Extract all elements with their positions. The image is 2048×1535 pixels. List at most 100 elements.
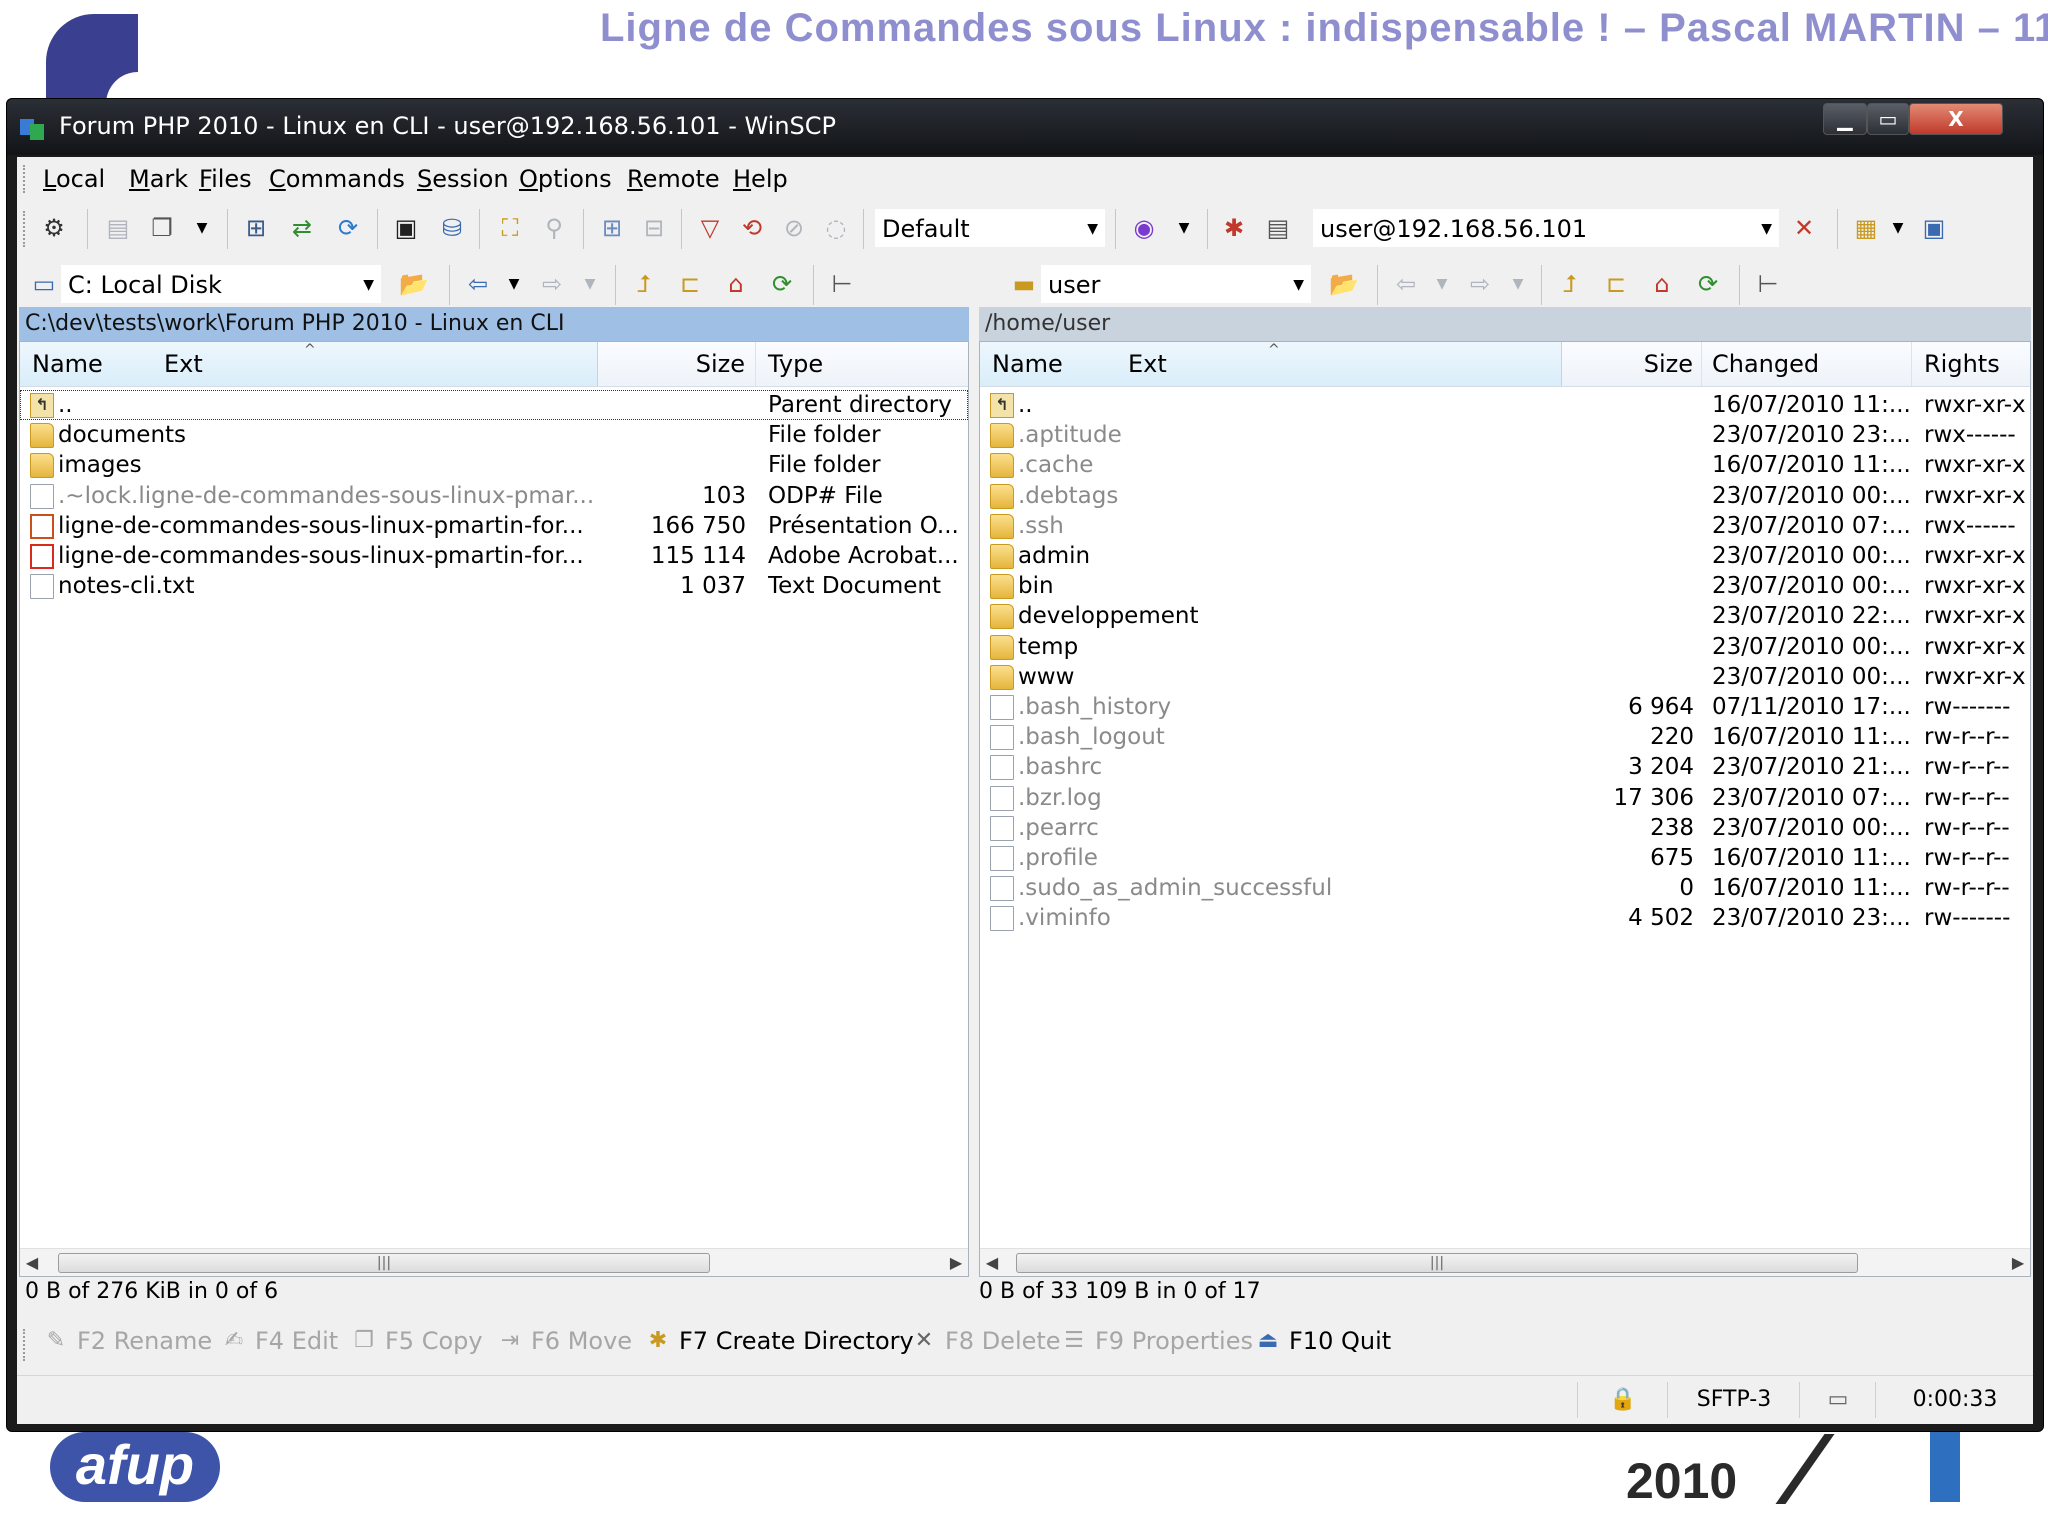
reload-icon[interactable]: ◌	[819, 211, 853, 245]
column-ext[interactable]: Ext	[164, 342, 203, 386]
select-files-icon[interactable]: ⊞	[595, 211, 629, 245]
edit-button[interactable]: ✍ F4 Edit	[221, 1327, 338, 1355]
create-directory-button[interactable]: ✱ F7 Create Directory	[645, 1327, 914, 1355]
file-row[interactable]: .debtags 23/07/2010 00:... rwxr-xr-x	[980, 481, 2030, 511]
scroll-right-icon[interactable]: ▶	[944, 1249, 968, 1276]
unselect-files-icon[interactable]: ⊟	[637, 211, 671, 245]
layout-icon[interactable]: ▦	[1849, 211, 1883, 245]
column-rights[interactable]: Rights	[1912, 342, 2030, 386]
session-list-icon[interactable]: ▤	[1261, 211, 1295, 245]
open-terminal-icon[interactable]: ▣	[389, 211, 423, 245]
column-name[interactable]: Name Ext ^	[980, 342, 1562, 386]
file-row[interactable]: ↰.. 16/07/2010 11:... rwxr-xr-x	[980, 390, 2030, 420]
rename-button[interactable]: ✎ F2 Rename	[43, 1327, 212, 1355]
clear-icon[interactable]: ⊘	[777, 211, 811, 245]
preferences-icon[interactable]: ⚙	[37, 211, 71, 245]
forward-dropdown-icon[interactable]: ▼	[1501, 267, 1535, 301]
delete-button[interactable]: ✕ F8 Delete	[911, 1327, 1061, 1355]
toolbar-grip[interactable]	[23, 211, 29, 247]
local-file-list[interactable]: Name Ext ^ Size Type ↰.. Parent directory…	[19, 341, 969, 1277]
back-dropdown-icon[interactable]: ▼	[497, 267, 531, 301]
scroll-right-icon[interactable]: ▶	[2006, 1249, 2030, 1276]
fkeys-grip[interactable]	[23, 1329, 29, 1361]
file-row[interactable]: temp 23/07/2010 00:... rwxr-xr-x	[980, 632, 2030, 662]
queue-icon[interactable]: ❐	[145, 211, 179, 245]
column-changed[interactable]: Changed	[1702, 342, 1912, 386]
synchronize-icon[interactable]: ⟳	[331, 211, 365, 245]
session-select[interactable]: user@192.168.56.101 ▼	[1313, 209, 1779, 247]
remote-horizontal-scrollbar[interactable]: ◀ ||| ▶	[980, 1248, 2030, 1276]
open-directory-icon[interactable]: ▤	[101, 211, 135, 245]
file-row[interactable]: notes-cli.txt 1 037 Text Document	[20, 571, 968, 601]
column-size[interactable]: Size	[1562, 342, 1702, 386]
new-tab-icon[interactable]: ✱	[1217, 211, 1251, 245]
find-files-icon[interactable]: ⛶	[493, 211, 527, 245]
file-row[interactable]: ligne-de-commandes-sous-linux-pmartin-fo…	[20, 511, 968, 541]
parent-directory-icon[interactable]: ⮥	[1553, 267, 1587, 301]
file-row[interactable]: .bashrc 3 204 23/07/2010 21:... rw-r--r--	[980, 752, 2030, 782]
putty-icon[interactable]: ⛁	[435, 211, 469, 245]
file-row[interactable]: images File folder	[20, 450, 968, 480]
compare-directories-icon[interactable]: ⊞	[239, 211, 273, 245]
move-button[interactable]: ⇥ F6 Move	[497, 1327, 632, 1355]
menu-commands[interactable]: Commands	[269, 165, 405, 193]
back-dropdown-icon[interactable]: ▼	[1425, 267, 1459, 301]
home-icon[interactable]: ⌂	[1645, 267, 1679, 301]
quit-button[interactable]: ⏏ F10 Quit	[1255, 1327, 1392, 1355]
back-icon[interactable]: ⇦	[1389, 267, 1423, 301]
file-row[interactable]: ↰.. Parent directory	[20, 390, 968, 420]
tree-icon[interactable]: ⊢	[1751, 267, 1785, 301]
tree-icon[interactable]: ⊢	[825, 267, 859, 301]
file-row[interactable]: .bash_logout 220 16/07/2010 11:... rw-r--r-…	[980, 722, 2030, 752]
menu-files[interactable]: Files	[199, 165, 252, 193]
menu-mark[interactable]: Mark	[129, 165, 188, 193]
back-icon[interactable]: ⇦	[461, 267, 495, 301]
file-row[interactable]: www 23/07/2010 00:... rwxr-xr-x	[980, 662, 2030, 692]
file-row[interactable]: bin 23/07/2010 00:... rwxr-xr-x	[980, 571, 2030, 601]
remote-directory-select[interactable]: user ▼	[1041, 265, 1311, 303]
file-row[interactable]: .bzr.log 17 306 23/07/2010 07:... rw-r--r--	[980, 783, 2030, 813]
menu-session[interactable]: Session	[417, 165, 509, 193]
scrollbar-thumb[interactable]: |||	[58, 1253, 710, 1273]
refresh-icon[interactable]: ⟲	[735, 211, 769, 245]
file-row[interactable]: .profile 675 16/07/2010 11:... rw-r--r--	[980, 843, 2030, 873]
scrollbar-thumb[interactable]: |||	[1016, 1253, 1858, 1273]
column-name[interactable]: Name Ext ^	[20, 342, 598, 386]
open-folder-icon[interactable]: 📂	[1327, 267, 1361, 301]
file-row[interactable]: admin 23/07/2010 00:... rwxr-xr-x	[980, 541, 2030, 571]
refresh-icon[interactable]: ⟳	[765, 267, 799, 301]
forward-dropdown-icon[interactable]: ▼	[573, 267, 607, 301]
layout-dropdown-icon[interactable]: ▼	[1881, 211, 1915, 245]
parent-directory-icon[interactable]: ⮥	[627, 267, 661, 301]
file-row[interactable]: .cache 16/07/2010 11:... rwxr-xr-x	[980, 450, 2030, 480]
local-drive-select[interactable]: C: Local Disk ▼	[61, 265, 381, 303]
clipboard-icon[interactable]: ⚲	[537, 211, 571, 245]
file-row[interactable]: .~lock.ligne-de-commandes-sous-linux-pma…	[20, 481, 968, 511]
file-row[interactable]: documents File folder	[20, 420, 968, 450]
file-row[interactable]: developpement 23/07/2010 22:... rwxr-xr-x	[980, 601, 2030, 631]
new-session-dropdown-icon[interactable]: ▼	[1167, 211, 1201, 245]
copy-button[interactable]: ❐ F5 Copy	[351, 1327, 482, 1355]
root-directory-icon[interactable]: ⊏	[673, 267, 707, 301]
menu-remote[interactable]: Remote	[627, 165, 720, 193]
forward-icon[interactable]: ⇨	[535, 267, 569, 301]
close-button[interactable]: X	[1909, 103, 2003, 135]
open-folder-icon[interactable]: 📂	[397, 267, 431, 301]
refresh-icon[interactable]: ⟳	[1691, 267, 1725, 301]
file-row[interactable]: .sudo_as_admin_successful 0 16/07/2010 11:…	[980, 873, 2030, 903]
queue-dropdown-icon[interactable]: ▼	[185, 211, 219, 245]
properties-button[interactable]: ☰ F9 Properties	[1061, 1327, 1253, 1355]
new-session-icon[interactable]: ◉	[1127, 211, 1161, 245]
minimize-button[interactable]: ▁	[1823, 103, 1867, 135]
remote-file-list[interactable]: Name Ext ^ Size Changed Rights ↰.. 16/07/…	[979, 341, 2031, 1277]
file-row[interactable]: .ssh 23/07/2010 07:... rwx------	[980, 511, 2030, 541]
file-row[interactable]: .bash_history 6 964 07/11/2010 17:... rw---…	[980, 692, 2030, 722]
file-row[interactable]: .viminfo 4 502 23/07/2010 23:... rw-------	[980, 903, 2030, 933]
maximize-button[interactable]: ▭	[1867, 103, 1909, 135]
synchronize-browsing-icon[interactable]: ⇄	[285, 211, 319, 245]
home-icon[interactable]: ⌂	[719, 267, 753, 301]
menu-options[interactable]: Options	[519, 165, 612, 193]
local-horizontal-scrollbar[interactable]: ◀ ||| ▶	[20, 1248, 968, 1276]
filter-icon[interactable]: ▽	[693, 211, 727, 245]
menu-help[interactable]: Help	[733, 165, 788, 193]
